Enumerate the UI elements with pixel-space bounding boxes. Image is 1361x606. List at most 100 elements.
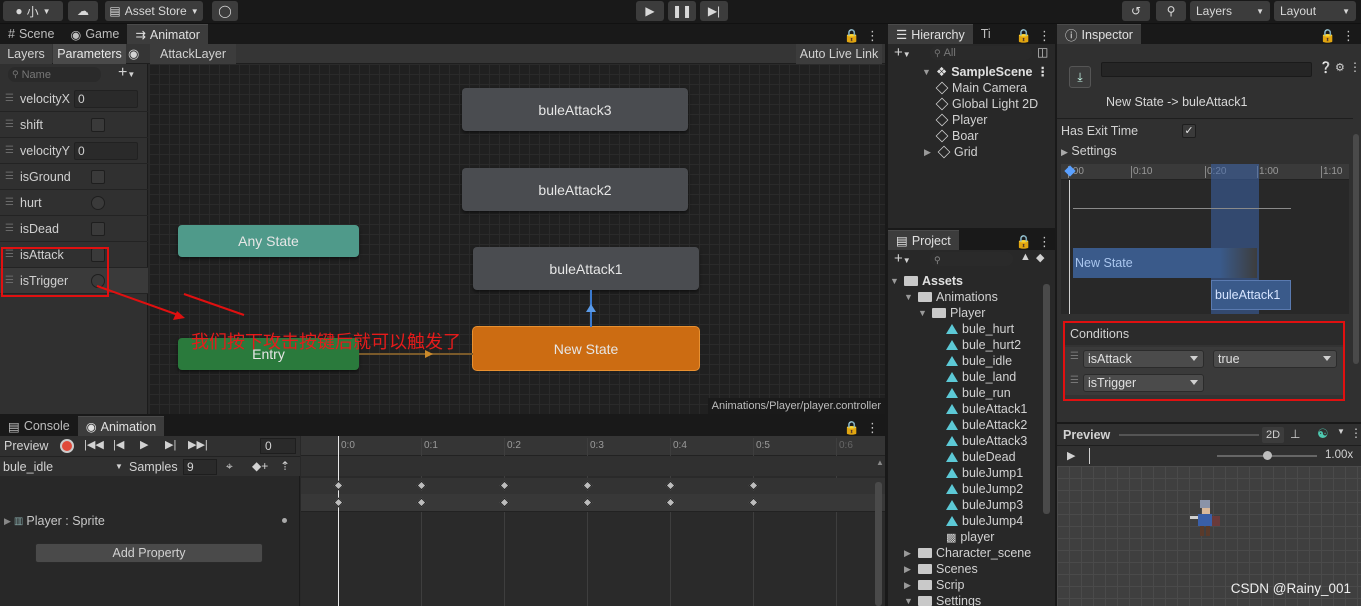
more-options-icon[interactable]: ⋮: [866, 28, 879, 44]
tab-inspector[interactable]: ⓘ Inspector: [1057, 24, 1141, 44]
drag-handle-icon[interactable]: ☰: [5, 197, 15, 208]
tree-animation-clip[interactable]: buleJump4: [946, 513, 1023, 529]
parameter-bool-checkbox[interactable]: [91, 169, 105, 184]
chevron-down-icon[interactable]: ▼: [1337, 427, 1345, 436]
condition-row[interactable]: ☰ isAttack true: [1065, 347, 1343, 371]
breadcrumb[interactable]: AttackLayer: [150, 44, 237, 64]
tab-scene[interactable]: # Scene: [0, 24, 62, 44]
settings-foldout[interactable]: ▶ Settings: [1061, 144, 1117, 158]
history-button[interactable]: ↺: [1122, 1, 1150, 21]
parameter-float-input[interactable]: 0: [74, 141, 138, 160]
tab-console[interactable]: ▤ Console: [0, 416, 78, 436]
lock-icon[interactable]: 🔒: [1320, 28, 1336, 44]
condition-param-dropdown[interactable]: isAttack: [1083, 350, 1204, 368]
version-control-button[interactable]: ◯: [212, 1, 238, 21]
layers-tab[interactable]: Layers: [0, 44, 52, 64]
frame-input[interactable]: 0: [260, 438, 296, 454]
lock-icon[interactable]: 🔒: [844, 420, 860, 436]
layers-dropdown[interactable]: Layers ▼: [1190, 1, 1270, 21]
lock-icon[interactable]: 🔒: [844, 28, 860, 44]
state-graph[interactable]: buleAttack3 buleAttack2 buleAttack1 Any …: [149, 64, 885, 414]
tab-timeline[interactable]: Ti: [973, 24, 999, 44]
asset-store-dropdown[interactable]: ▤ Asset Store ▼: [105, 1, 203, 21]
pivot-icon[interactable]: ⊥: [1290, 427, 1300, 441]
more-options-icon[interactable]: ⋮: [1038, 234, 1051, 250]
clip-dropdown[interactable]: bule_idle ▼: [3, 460, 123, 474]
add-event-icon[interactable]: ◆+: [252, 459, 268, 473]
tree-animation-clip[interactable]: buleAttack3: [946, 433, 1027, 449]
more-options-icon[interactable]: ⋮: [1037, 64, 1050, 79]
cloud-button[interactable]: ☁: [68, 1, 98, 21]
tree-animation-clip[interactable]: buleAttack2: [946, 417, 1027, 433]
avatar-icon[interactable]: ☯: [1317, 426, 1329, 442]
dopesheet-playhead[interactable]: [338, 436, 339, 606]
tab-hierarchy[interactable]: ☰ Hierarchy: [888, 24, 973, 44]
tree-folder[interactable]: ▶ Scenes: [904, 561, 978, 577]
prev-key-icon[interactable]: |◀: [113, 438, 124, 451]
samples-input[interactable]: 9: [183, 459, 217, 475]
eye-icon[interactable]: ◉: [128, 46, 139, 62]
lock-icon[interactable]: 🔒: [1016, 234, 1032, 250]
hierarchy-item[interactable]: Boar: [935, 129, 978, 143]
drag-handle-icon[interactable]: ☰: [1070, 375, 1079, 386]
hierarchy-item[interactable]: Player: [935, 113, 987, 127]
auto-live-link-button[interactable]: Auto Live Link: [796, 44, 882, 64]
expand-arrow-icon[interactable]: ▶: [904, 580, 914, 591]
project-search-input[interactable]: ⚲: [930, 252, 1013, 266]
hierarchy-item[interactable]: ▶ Grid: [924, 145, 978, 159]
help-icon[interactable]: ❔: [1319, 61, 1333, 74]
drag-handle-icon[interactable]: ☰: [5, 145, 15, 156]
transition-timeline[interactable]: :000:100:201:001:10 New State buleAttack…: [1061, 164, 1349, 314]
preview-2d-toggle[interactable]: 2D: [1262, 427, 1284, 443]
layout-dropdown[interactable]: Layout ▼: [1274, 1, 1356, 21]
pause-button[interactable]: ❚❚: [668, 1, 696, 21]
step-button[interactable]: ▶|: [700, 1, 728, 21]
parameter-bool-checkbox[interactable]: [91, 221, 105, 236]
first-key-icon[interactable]: |◀◀: [84, 438, 104, 451]
condition-value-dropdown[interactable]: true: [1213, 350, 1337, 368]
tree-animation-clip[interactable]: bule_hurt: [946, 321, 1014, 337]
last-key-icon[interactable]: ▶▶|: [188, 438, 208, 451]
tree-animation-clip[interactable]: buleJump3: [946, 497, 1023, 513]
preview-scrubber[interactable]: [1089, 448, 1090, 464]
inspector-scrollbar[interactable]: [1353, 134, 1359, 364]
preview-divider[interactable]: [1119, 434, 1259, 436]
dopesheet[interactable]: 0:0 0:1 0:2 0:3 0:4 0:5 0:6 ▲: [301, 436, 885, 606]
condition-param-dropdown[interactable]: isTrigger: [1083, 374, 1204, 392]
tree-animation-clip[interactable]: bule_land: [946, 369, 1016, 385]
play-button[interactable]: ▶: [636, 1, 664, 21]
has-exit-time-checkbox[interactable]: ✓: [1182, 124, 1196, 138]
property-lane[interactable]: [301, 494, 885, 512]
more-options-icon[interactable]: ⋮: [1038, 28, 1051, 44]
condition-row[interactable]: ☰ isTrigger: [1065, 371, 1343, 395]
tree-animations[interactable]: ▼ Animations: [904, 289, 998, 305]
drag-handle-icon[interactable]: ☰: [5, 171, 15, 182]
hierarchy-item[interactable]: Global Light 2D: [935, 97, 1038, 111]
parameter-row[interactable]: ☰ velocityY 0: [0, 138, 148, 164]
tree-animation-clip[interactable]: bule_idle: [946, 353, 1012, 369]
filter-label-icon[interactable]: ◆: [1036, 251, 1044, 264]
settings-icon[interactable]: ⚙: [1335, 61, 1345, 74]
parameter-trigger-radio[interactable]: [91, 195, 105, 210]
lock-icon[interactable]: 🔒: [1016, 28, 1032, 44]
tree-animation-clip[interactable]: buleAttack1: [946, 401, 1027, 417]
parameter-bool-checkbox[interactable]: [91, 117, 105, 132]
scroll-up-icon[interactable]: ▲: [876, 458, 884, 467]
drag-handle-icon[interactable]: ☰: [5, 93, 15, 104]
drag-handle-icon[interactable]: ☰: [5, 223, 15, 234]
transition-name-input[interactable]: [1101, 62, 1312, 77]
parameter-row[interactable]: ☰ isGround: [0, 164, 148, 190]
expand-arrow-icon[interactable]: ▶: [924, 147, 934, 158]
timeline-dest-state[interactable]: buleAttack1: [1211, 280, 1291, 310]
tree-animation-clip[interactable]: bule_run: [946, 385, 1011, 401]
add-property-button[interactable]: Add Property: [35, 543, 263, 563]
hierarchy-item[interactable]: Main Camera: [935, 81, 1027, 95]
tree-animation-clip[interactable]: buleJump2: [946, 481, 1023, 497]
add-keyframe-icon[interactable]: ⌖: [226, 459, 233, 474]
tree-player-controller[interactable]: ▩ player: [946, 529, 994, 545]
property-options-icon[interactable]: [282, 518, 287, 523]
more-options-icon[interactable]: ⋮: [1350, 426, 1361, 440]
record-button[interactable]: [60, 439, 74, 453]
expand-arrow-icon[interactable]: ▶: [904, 564, 914, 575]
summary-lane[interactable]: [301, 478, 885, 494]
